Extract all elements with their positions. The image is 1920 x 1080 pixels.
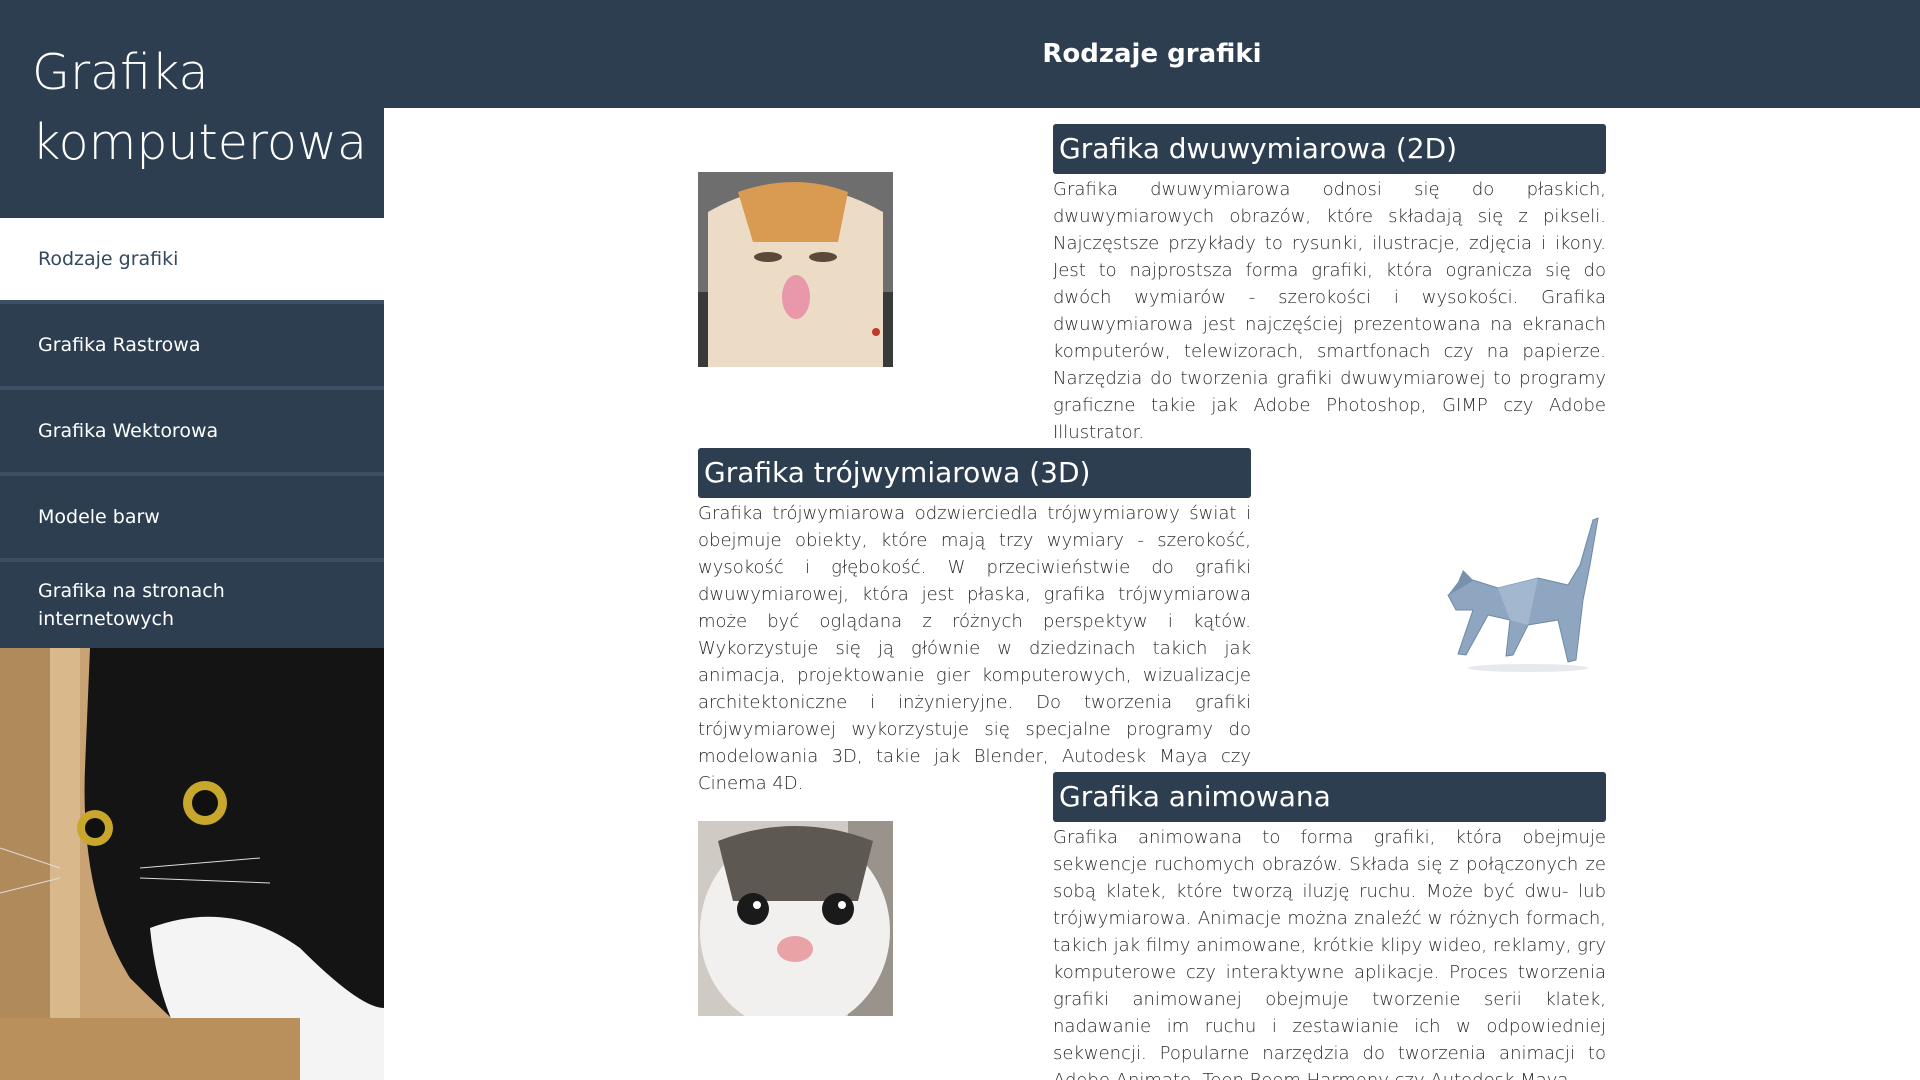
black-white-cat-photo (0, 648, 384, 1080)
page-title: Rodzaje grafiki (1042, 39, 1262, 69)
cat-tongue-photo (698, 172, 893, 367)
nav-item-modele-barw[interactable]: Modele barw (0, 476, 384, 558)
nav-item-rodzaje-grafiki[interactable]: Rodzaje grafiki (0, 218, 384, 300)
nav-item-grafika-wektorowa[interactable]: Grafika Wektorowa (0, 390, 384, 472)
section-text-2d: Grafika dwuwymiarowa odnosi się do płask… (1053, 179, 1606, 443)
nav-item-label: Grafika na stronach internetowych (38, 580, 225, 630)
sidebar: Grafika komputerowa Rodzaje grafiki Graf… (0, 0, 384, 1080)
top-bar: Rodzaje grafiki (384, 0, 1920, 108)
section-text-3d: Grafika trójwymiarowa odzwierciedla trój… (698, 503, 1251, 794)
cat-closeup-photo (698, 821, 893, 1016)
nav-item-grafika-na-stronach[interactable]: Grafika na stronach internetowych (0, 562, 384, 648)
nav-item-label: Grafika Rastrowa (38, 334, 201, 356)
lowpoly-cat-3d-model (1418, 510, 1618, 680)
nav-item-label: Rodzaje grafiki (38, 248, 179, 270)
section-heading-2d: Grafika dwuwymiarowa (2D) (1053, 124, 1606, 174)
site-title: Grafika komputerowa (32, 44, 368, 171)
section-text-animated: Grafika animowana to forma grafiki, któr… (1053, 827, 1606, 1080)
section-heading-animated: Grafika animowana (1053, 772, 1606, 822)
site-title-box: Grafika komputerowa (0, 0, 384, 218)
nav-item-label: Modele barw (38, 506, 160, 528)
nav-item-grafika-rastrowa[interactable]: Grafika Rastrowa (0, 304, 384, 386)
nav-item-label: Grafika Wektorowa (38, 420, 219, 442)
section-heading-3d: Grafika trójwymiarowa (3D) (698, 448, 1251, 498)
